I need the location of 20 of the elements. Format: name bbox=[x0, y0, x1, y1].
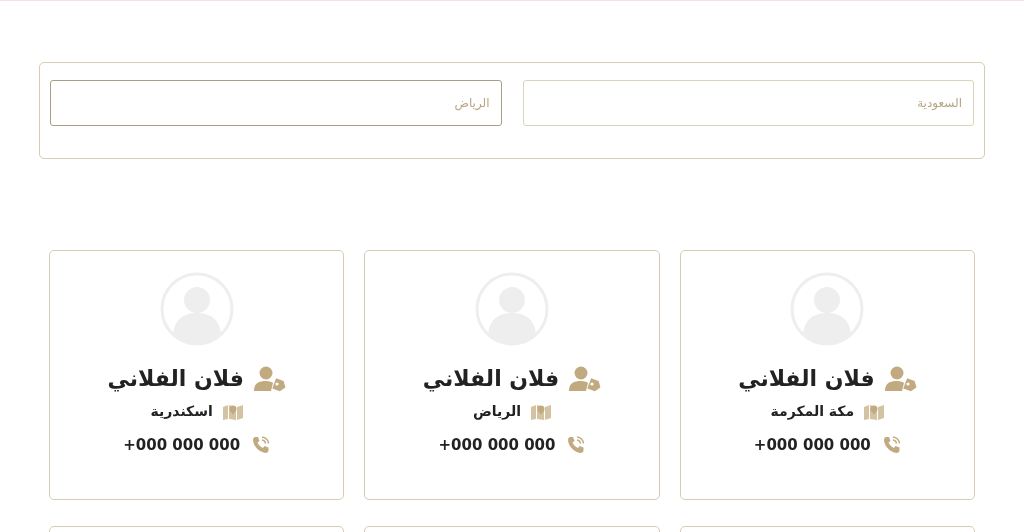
contact-city: مكة المكرمة bbox=[770, 402, 855, 422]
map-pin-icon bbox=[222, 403, 243, 420]
map-pin-icon bbox=[531, 403, 552, 420]
user-tag-icon bbox=[569, 365, 602, 392]
contact-name: فلان الفلاني bbox=[422, 365, 560, 394]
contact-phone: +000 000 000 bbox=[438, 435, 556, 456]
user-tag-icon bbox=[253, 365, 286, 392]
map-pin-icon bbox=[864, 403, 885, 420]
select-field[interactable]: الرياض bbox=[50, 80, 502, 126]
contact-phone: +000 000 000 bbox=[753, 435, 871, 456]
contact-phone: +000 000 000 bbox=[123, 435, 241, 456]
contact-city: اسكندرية bbox=[150, 402, 213, 421]
contact-city: الرياض bbox=[472, 402, 522, 422]
contact-name: فلان الفلاني bbox=[107, 365, 244, 394]
user-tag-icon bbox=[884, 365, 917, 392]
contact-name: فلان الفلاني bbox=[738, 365, 875, 394]
phone-icon bbox=[567, 436, 586, 455]
phone-icon bbox=[882, 436, 901, 455]
phone-icon bbox=[252, 436, 271, 455]
select-field[interactable]: السعودية bbox=[522, 80, 974, 126]
